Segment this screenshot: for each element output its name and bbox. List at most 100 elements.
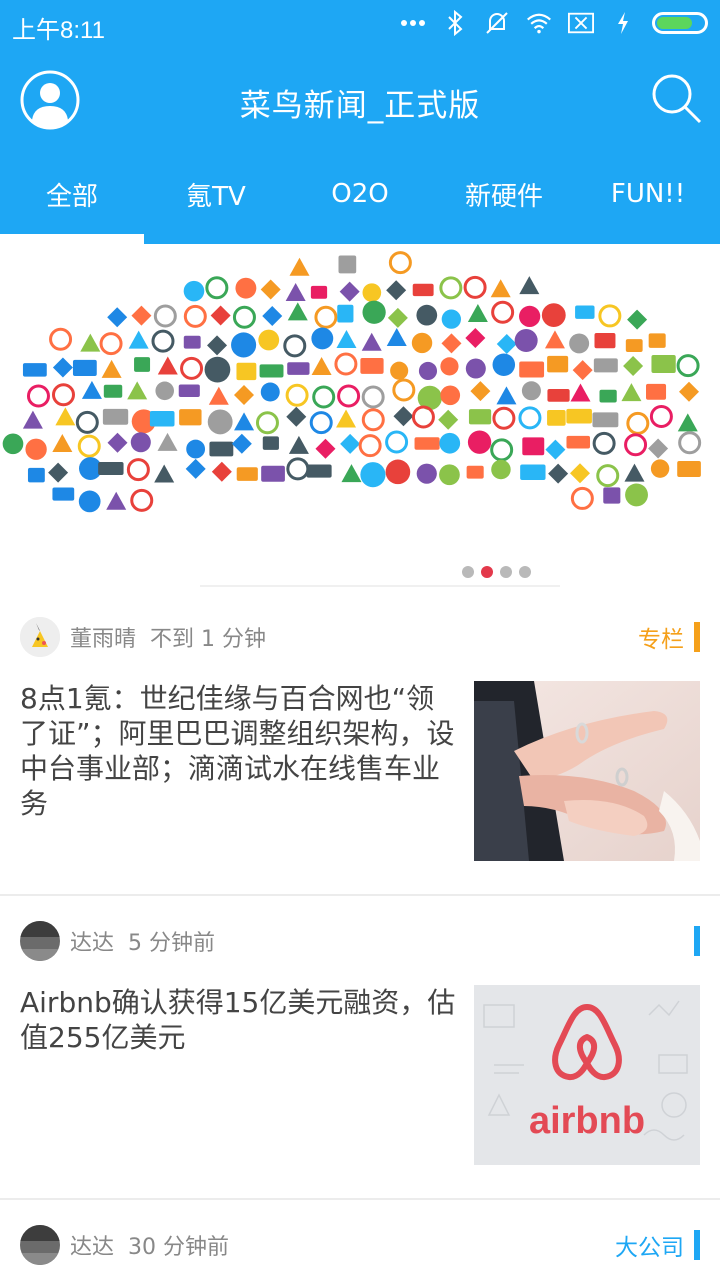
cloud-icon-shape	[440, 357, 459, 376]
cloud-icon-shape	[232, 305, 256, 329]
cloud-icon-shape	[648, 438, 669, 459]
cloud-icon-shape	[566, 435, 591, 449]
cloud-icon-shape	[418, 361, 438, 381]
cloud-icon-shape	[496, 386, 517, 405]
cloud-icon-shape	[625, 339, 643, 352]
cloud-icon-shape	[235, 277, 257, 299]
cloud-icon-shape	[678, 381, 699, 402]
cloud-icon-shape	[650, 459, 670, 478]
cloud-icon-shape	[362, 283, 382, 302]
tab-o2o[interactable]: O2O	[288, 150, 432, 244]
news-meta: 达达 30 分钟前	[20, 1225, 229, 1265]
cloud-icon-shape	[288, 435, 309, 454]
cloud-icon-shape	[287, 302, 308, 321]
cloud-icon-shape	[52, 357, 73, 378]
cloud-icon-shape	[594, 333, 616, 349]
cloud-icon-shape	[260, 382, 280, 402]
cloud-icon-shape	[360, 462, 386, 488]
cloud-icon-shape	[416, 304, 438, 326]
cloud-icon-shape	[677, 413, 698, 432]
news-item[interactable]: 达达 30 分钟前 大公司	[0, 1225, 720, 1280]
cloud-icon-shape	[236, 362, 257, 381]
cloud-icon-shape	[286, 406, 307, 427]
author-avatar[interactable]	[20, 617, 60, 657]
cloud-icon-shape	[210, 305, 231, 326]
news-item[interactable]: 达达 5 分钟前 Airbnb确认获得15亿美元融资，估值255亿美元 airb…	[0, 921, 720, 1191]
category-tag[interactable]: 大公司	[615, 1229, 700, 1261]
tab-new-hardware[interactable]: 新硬件	[432, 150, 576, 244]
cloud-icon-shape	[25, 438, 47, 460]
cloud-icon-shape	[98, 462, 124, 475]
tab-all[interactable]: 全部	[0, 150, 144, 244]
news-thumbnail[interactable]: airbnb	[474, 985, 700, 1165]
author-avatar[interactable]	[20, 1225, 60, 1265]
cloud-icon-shape	[463, 275, 487, 299]
cloud-icon-shape	[385, 459, 411, 485]
cloud-icon-shape	[438, 409, 459, 430]
cloud-icon-shape	[621, 383, 642, 402]
author-name[interactable]: 达达	[70, 1229, 114, 1261]
cloud-icon-shape	[134, 357, 151, 372]
author-name[interactable]: 董雨晴	[70, 621, 136, 653]
cloud-icon-shape	[519, 305, 541, 328]
news-thumbnail[interactable]	[474, 681, 700, 861]
cloud-icon-shape	[416, 463, 437, 484]
cloud-icon-shape	[52, 487, 75, 501]
category-tag[interactable]: 专栏	[638, 621, 700, 653]
cloud-icon-shape	[648, 333, 666, 348]
news-headline[interactable]: Airbnb确认获得15亿美元融资，估值255亿美元	[20, 985, 460, 1055]
cloud-icon-shape	[547, 355, 569, 373]
cloud-icon-shape	[521, 381, 541, 401]
cloud-icon-shape	[183, 335, 201, 349]
cloud-icon-shape	[412, 283, 434, 297]
tab-fun[interactable]: FUN!!	[576, 150, 720, 244]
cloud-icon-shape	[547, 410, 566, 426]
cloud-icon-shape	[441, 309, 461, 329]
cloud-icon-shape	[180, 356, 204, 380]
cloud-icon-shape	[186, 439, 206, 459]
carousel-dot[interactable]	[481, 566, 493, 578]
cloud-icon-shape	[312, 385, 336, 409]
airbnb-logo-text: airbnb	[529, 1100, 645, 1142]
author-name[interactable]: 达达	[70, 925, 114, 957]
cloud-icon-shape	[519, 361, 545, 378]
list-divider	[0, 894, 720, 896]
banner-carousel[interactable]	[0, 244, 720, 594]
more-dots-icon	[400, 10, 426, 36]
cloud-icon-shape	[547, 388, 570, 402]
status-time: 上午8:11	[12, 17, 105, 44]
category-tag[interactable]	[684, 925, 700, 957]
cloud-icon-shape	[599, 389, 617, 403]
news-headline[interactable]: 8点1氪：世纪佳缘与百合网也“领了证”；阿里巴巴调整组织架构，设中台事业部；滴滴…	[20, 681, 460, 821]
author-avatar[interactable]	[20, 921, 60, 961]
cloud-icon-shape	[338, 255, 357, 274]
cloud-icon-shape	[75, 410, 99, 434]
cloud-icon-shape	[439, 432, 461, 454]
cloud-icon-shape	[178, 384, 200, 397]
cloud-icon-shape	[572, 360, 593, 381]
news-item[interactable]: 董雨晴 不到 1 分钟 专栏 8点1氪：世纪佳缘与百合网也“领了证”；阿里巴巴调…	[0, 617, 720, 887]
carousel-dot[interactable]	[500, 566, 512, 578]
cloud-icon-shape	[283, 334, 307, 358]
cloud-icon-shape	[336, 409, 357, 428]
cloud-icon-shape	[519, 276, 540, 295]
search-button[interactable]	[650, 72, 704, 126]
cloud-icon-shape	[107, 307, 128, 328]
carousel-dot[interactable]	[519, 566, 531, 578]
dark-avatar-icon	[20, 1225, 60, 1265]
cloud-icon-shape	[518, 406, 542, 430]
cloud-icon-shape	[339, 281, 360, 302]
cloud-icon-shape	[624, 463, 645, 482]
cloud-icon-shape	[311, 327, 334, 350]
carousel-dot[interactable]	[462, 566, 474, 578]
cloud-icon-shape	[287, 362, 310, 375]
news-meta: 达达 5 分钟前	[20, 921, 215, 961]
cloud-icon-shape	[627, 309, 648, 330]
cloud-icon-shape	[334, 352, 358, 376]
tab-kr-tv[interactable]: 氪TV	[144, 150, 288, 244]
cloud-icon-shape	[315, 438, 336, 459]
cloud-icon-shape	[496, 334, 517, 355]
cloud-icon-shape	[545, 439, 566, 460]
cloud-icon-shape	[385, 430, 409, 454]
banner-divider	[200, 585, 560, 587]
